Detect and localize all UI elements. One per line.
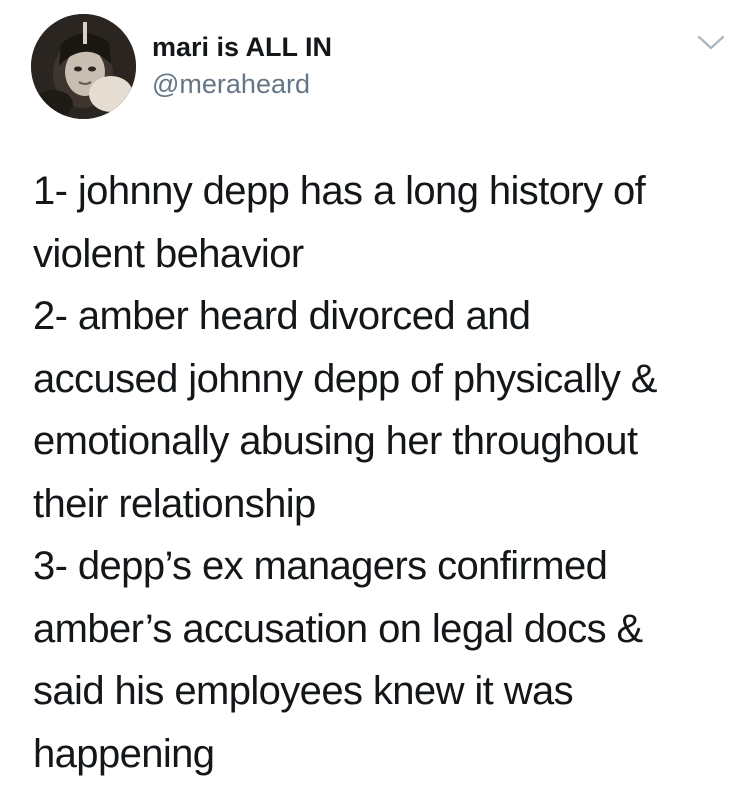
chevron-down-icon — [697, 35, 725, 50]
tweet-text-line: 1- johnny depp has a long history of — [33, 169, 646, 213]
avatar[interactable] — [31, 14, 136, 119]
user-handle[interactable]: @meraheard — [152, 67, 332, 101]
user-info: mari is ALL IN @meraheard — [152, 30, 332, 101]
tweet: mari is ALL IN @meraheard 1- johnny depp… — [0, 0, 750, 787]
tweet-menu-button[interactable] — [692, 28, 730, 58]
tweet-text-line: said his employees knew it was — [33, 669, 574, 713]
tweet-text-line: 3- depp’s ex managers confirmed — [33, 544, 608, 588]
tweet-text-line: happening — [33, 731, 215, 776]
tweet-text-line: amber’s accusation on legal docs & — [33, 606, 643, 651]
tweet-text-line: violent behavior — [33, 231, 304, 276]
tweet-text-line: emotionally abusing her throughout — [33, 419, 638, 463]
tweet-text-line: their relationship — [33, 481, 316, 526]
profile-photo-icon — [31, 14, 136, 119]
display-name[interactable]: mari is ALL IN — [152, 30, 332, 64]
tweet-text-line: 2- amber heard divorced and — [33, 294, 531, 338]
tweet-text: 1- johnny depp has a long history of vio… — [33, 160, 733, 785]
tweet-text-line: accused johnny depp of physically & — [33, 356, 657, 401]
